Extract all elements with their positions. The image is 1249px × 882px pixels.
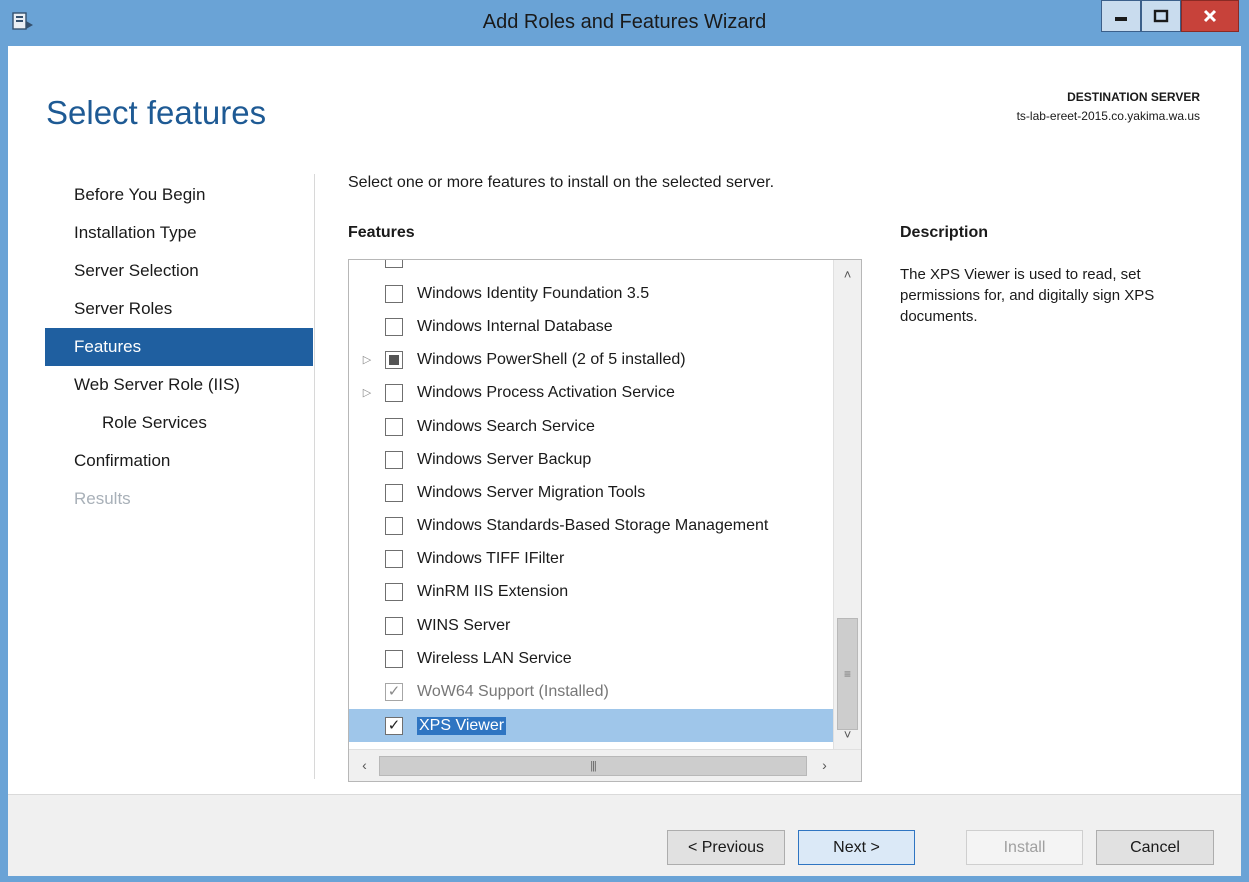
- feature-checkbox[interactable]: [385, 516, 403, 535]
- feature-label: Wireless LAN Service: [417, 649, 572, 667]
- feature-label: Windows TIFF IFilter: [417, 549, 565, 567]
- feature-checkbox[interactable]: [385, 350, 403, 369]
- feature-label: XPS Viewer: [417, 716, 507, 735]
- feature-row[interactable]: ▷ Windows Process Activation Service: [349, 376, 833, 409]
- close-button[interactable]: [1181, 0, 1239, 32]
- expand-triangle-icon[interactable]: ▷: [349, 353, 385, 366]
- feature-label: Windows Internal Database: [417, 317, 613, 335]
- feature-row[interactable]: ✓ WoW64 Support (Installed): [349, 675, 833, 708]
- vertical-scroll-thumb[interactable]: ≡: [837, 618, 858, 730]
- feature-label: WoW64 Support (Installed): [417, 682, 609, 700]
- install-button: Install: [966, 830, 1083, 865]
- close-icon: [1203, 9, 1217, 23]
- feature-checkbox: ✓: [385, 682, 403, 701]
- description-header: Description: [900, 224, 989, 241]
- next-button[interactable]: Next >: [798, 830, 915, 865]
- feature-label: Windows Search Service: [417, 417, 595, 435]
- feature-checkbox[interactable]: [385, 616, 403, 635]
- minimize-button[interactable]: [1101, 0, 1141, 32]
- feature-checkbox[interactable]: [385, 383, 403, 402]
- scrollbar-corner: [833, 750, 861, 781]
- features-header: Features: [348, 224, 415, 241]
- feature-label: Windows Standards-Based Storage Manageme…: [417, 516, 769, 534]
- scroll-up-icon[interactable]: ˄: [834, 264, 861, 286]
- description-text: The XPS Viewer is used to read, set perm…: [900, 266, 1155, 325]
- destination-server-name: ts-lab-ereet-2015.co.yakima.wa.us: [1016, 109, 1200, 123]
- feature-row[interactable]: Windows Server Backup: [349, 443, 833, 476]
- feature-checkbox[interactable]: [385, 284, 403, 303]
- minimize-icon: [1115, 17, 1127, 21]
- features-list: Windows Identity Foundation 3.5 Windows …: [349, 260, 833, 749]
- features-tree[interactable]: Windows Identity Foundation 3.5 Windows …: [348, 259, 862, 782]
- feature-checkbox[interactable]: [385, 317, 403, 336]
- feature-checkbox[interactable]: [385, 649, 403, 668]
- wizard-nav: Before You Begin Installation Type Serve…: [45, 176, 313, 518]
- nav-item-web-server-role[interactable]: Web Server Role (IIS): [45, 366, 313, 404]
- feature-checkbox[interactable]: [385, 483, 403, 502]
- destination-server-label: DESTINATION SERVER: [1067, 90, 1200, 104]
- nav-item-role-services[interactable]: Role Services: [45, 404, 313, 442]
- feature-row[interactable]: Windows Identity Foundation 3.5: [349, 277, 833, 310]
- horizontal-scrollbar[interactable]: ‹ ||| ›: [349, 749, 861, 781]
- feature-label: Windows Server Migration Tools: [417, 483, 646, 501]
- cancel-button[interactable]: Cancel: [1096, 830, 1214, 865]
- wizard-window: Add Roles and Features Wizard Select fea…: [0, 0, 1249, 882]
- feature-row[interactable]: WinRM IIS Extension: [349, 575, 833, 608]
- feature-label: WinRM IIS Extension: [417, 582, 569, 600]
- feature-row[interactable]: Windows TIFF IFilter: [349, 542, 833, 575]
- feature-checkbox[interactable]: [385, 582, 403, 601]
- scroll-left-icon[interactable]: ‹: [351, 750, 378, 781]
- feature-row[interactable]: Windows Search Service: [349, 410, 833, 443]
- feature-checkbox[interactable]: ✓: [385, 716, 403, 735]
- maximize-icon: [1153, 9, 1169, 23]
- feature-row[interactable]: Windows Standards-Based Storage Manageme…: [349, 509, 833, 542]
- feature-checkbox[interactable]: [385, 417, 403, 436]
- previous-button[interactable]: < Previous: [667, 830, 785, 865]
- feature-label: Windows Process Activation Service: [417, 383, 675, 401]
- feature-label: Windows PowerShell (2 of 5 installed): [417, 350, 686, 368]
- feature-row-selected[interactable]: ✓ XPS Viewer: [349, 709, 833, 742]
- feature-row[interactable]: Windows Internal Database: [349, 310, 833, 343]
- title-bar[interactable]: Add Roles and Features Wizard: [0, 0, 1249, 46]
- instruction-text: Select one or more features to install o…: [348, 174, 775, 191]
- feature-label: Windows Identity Foundation 3.5: [417, 284, 650, 302]
- wizard-content: Select features DESTINATION SERVER ts-la…: [8, 46, 1241, 876]
- scroll-down-icon[interactable]: ˅: [834, 724, 861, 746]
- vertical-scrollbar[interactable]: ˄ ≡ ˅: [833, 260, 861, 749]
- feature-row[interactable]: ▷ Windows PowerShell (2 of 5 installed): [349, 343, 833, 376]
- page-title: Select features: [46, 94, 267, 131]
- window-controls: [1101, 0, 1239, 32]
- feature-checkbox[interactable]: [385, 450, 403, 469]
- feature-row[interactable]: WINS Server: [349, 609, 833, 642]
- nav-item-features[interactable]: Features: [45, 328, 313, 366]
- nav-item-before-you-begin[interactable]: Before You Begin: [45, 176, 313, 214]
- nav-item-server-roles[interactable]: Server Roles: [45, 290, 313, 328]
- expand-triangle-icon[interactable]: ▷: [349, 386, 385, 399]
- feature-row[interactable]: Wireless LAN Service: [349, 642, 833, 675]
- nav-divider: [314, 174, 315, 779]
- feature-label: WINS Server: [417, 616, 511, 634]
- horizontal-scroll-thumb[interactable]: |||: [379, 756, 807, 776]
- feature-row[interactable]: Windows Server Migration Tools: [349, 476, 833, 509]
- wizard-footer: < Previous Next > Install Cancel: [8, 794, 1241, 876]
- maximize-button[interactable]: [1141, 0, 1181, 32]
- feature-checkbox[interactable]: [385, 549, 403, 568]
- feature-row-partial: [349, 260, 833, 275]
- nav-item-installation-type[interactable]: Installation Type: [45, 214, 313, 252]
- nav-item-server-selection[interactable]: Server Selection: [45, 252, 313, 290]
- nav-item-results: Results: [74, 489, 131, 508]
- window-title: Add Roles and Features Wizard: [482, 11, 767, 33]
- nav-item-confirmation[interactable]: Confirmation: [45, 442, 313, 480]
- feature-label: Windows Server Backup: [417, 450, 592, 468]
